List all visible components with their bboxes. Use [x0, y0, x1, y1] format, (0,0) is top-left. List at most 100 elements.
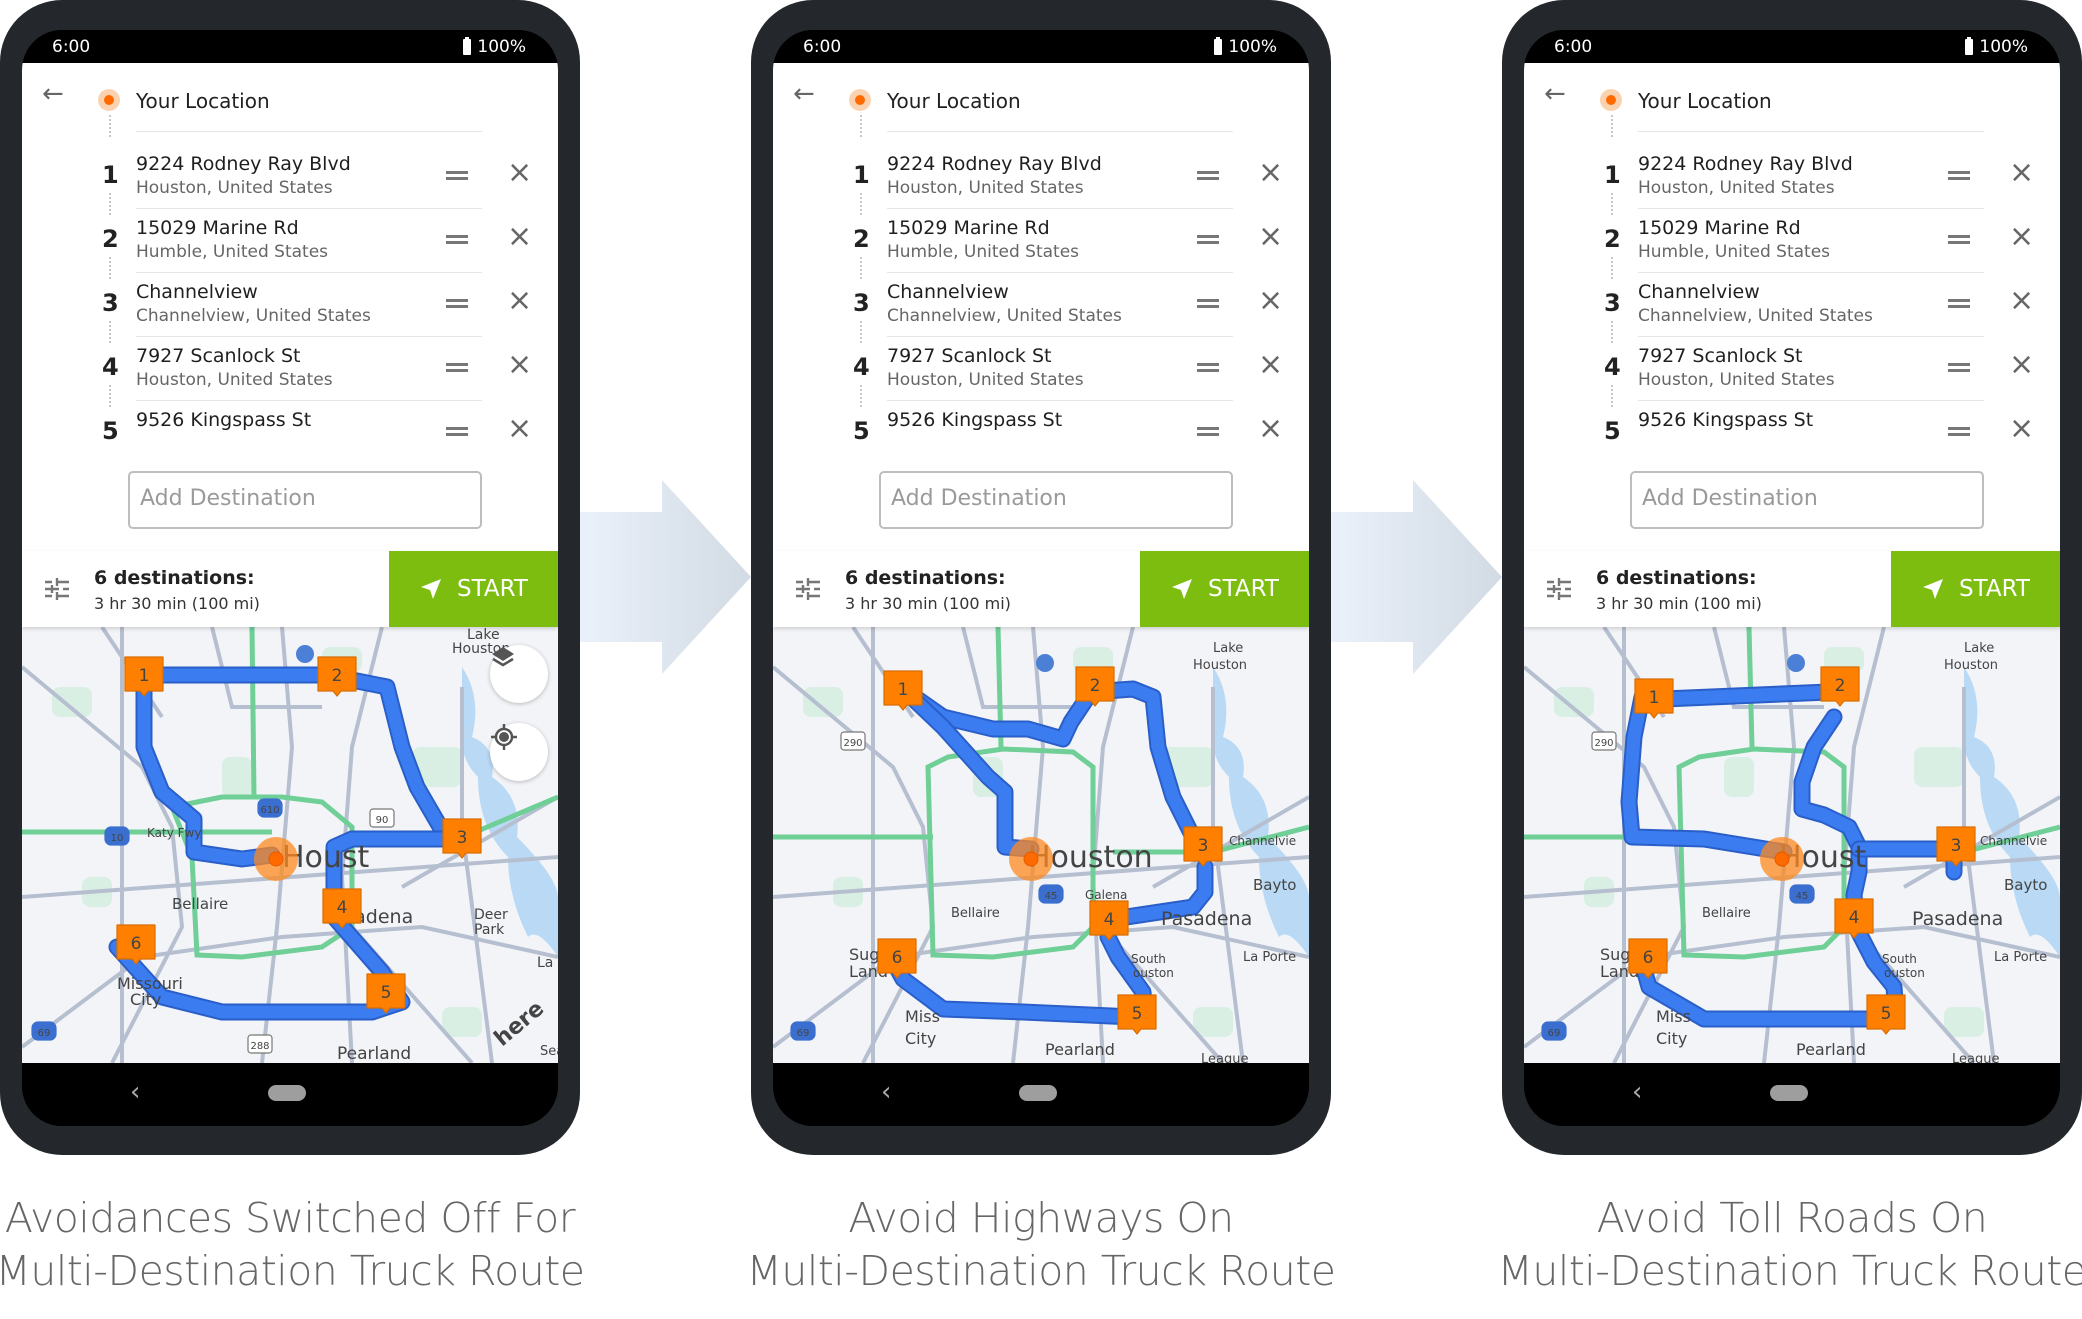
map-canvas[interactable]: HoustPasadenaBellaireMissCityPearlandSug…	[1524, 627, 2060, 1063]
destination-marker[interactable]: 3	[442, 818, 482, 859]
system-back-icon[interactable]: ‹	[130, 1077, 140, 1107]
destination-row[interactable]: 5 9526 Kingspass St ×	[773, 397, 1309, 467]
destination-number: 2	[1604, 225, 1621, 253]
drag-handle-icon[interactable]	[446, 299, 468, 308]
destination-row[interactable]: 3 Channelview Channelview, United States…	[22, 269, 558, 339]
start-navigation-button[interactable]: START	[1140, 551, 1309, 627]
system-back-icon[interactable]: ‹	[1632, 1077, 1642, 1107]
back-arrow-icon[interactable]: ←	[42, 81, 70, 109]
add-destination-input[interactable]	[1640, 485, 1974, 512]
map-label-deer: Deer	[474, 907, 508, 923]
route-map[interactable]: Houst Pasadena Bellaire Miss City Pearland Sug…	[1524, 627, 2060, 1063]
route-map[interactable]: Houston Pasadena Bellaire Miss City Pearland S…	[773, 627, 1309, 1063]
back-arrow-icon[interactable]: ←	[1544, 81, 1572, 109]
drag-handle-icon[interactable]	[1948, 363, 1970, 372]
map-canvas[interactable]: HoustPasadenaBellaireMissouriCityPearlan…	[22, 627, 558, 1063]
destination-row[interactable]: 4 7927 Scanlock St Houston, United State…	[22, 333, 558, 403]
route-options-icon[interactable]	[1546, 577, 1572, 601]
destination-marker[interactable]: 3	[1936, 826, 1976, 867]
destination-row[interactable]: 3 Channelview Channelview, United States…	[1524, 269, 2060, 339]
destination-row[interactable]: 4 7927 Scanlock St Houston, United State…	[773, 333, 1309, 403]
remove-destination-icon[interactable]: ×	[2009, 350, 2034, 380]
origin-label[interactable]: Your Location	[136, 89, 270, 113]
remove-destination-icon[interactable]: ×	[2009, 286, 2034, 316]
remove-destination-icon[interactable]: ×	[1258, 350, 1283, 380]
destination-row[interactable]: 1 9224 Rodney Ray Blvd Houston, United S…	[22, 141, 558, 211]
remove-destination-icon[interactable]: ×	[1258, 286, 1283, 316]
drag-handle-icon[interactable]	[1948, 427, 1970, 436]
destination-row[interactable]: 1 9224 Rodney Ray Blvd Houston, United S…	[773, 141, 1309, 211]
drag-handle-icon[interactable]	[1197, 363, 1219, 372]
destination-marker[interactable]: 1	[124, 656, 164, 697]
remove-destination-icon[interactable]: ×	[1258, 222, 1283, 252]
destination-row[interactable]: 2 15029 Marine Rd Humble, United States …	[1524, 205, 2060, 275]
remove-destination-icon[interactable]: ×	[1258, 158, 1283, 188]
destination-marker[interactable]: 2	[1075, 666, 1115, 707]
map-canvas[interactable]: Houston Pasadena Bellaire Miss City Pearland S…	[773, 627, 1309, 1063]
drag-handle-icon[interactable]	[1948, 171, 1970, 180]
remove-destination-icon[interactable]: ×	[507, 286, 532, 316]
add-destination-input[interactable]	[889, 485, 1223, 512]
drag-handle-icon[interactable]	[1948, 299, 1970, 308]
drag-handle-icon[interactable]	[1197, 427, 1219, 436]
remove-destination-icon[interactable]: ×	[507, 350, 532, 380]
start-navigation-button[interactable]: START	[1891, 551, 2060, 627]
back-arrow-icon[interactable]: ←	[793, 81, 821, 109]
remove-destination-icon[interactable]: ×	[507, 222, 532, 252]
park-area	[222, 757, 252, 797]
drag-handle-icon[interactable]	[1197, 299, 1219, 308]
drag-handle-icon[interactable]	[1948, 235, 1970, 244]
destination-marker[interactable]: 3	[1183, 826, 1223, 867]
system-home-button[interactable]	[1770, 1085, 1808, 1101]
destination-marker[interactable]: 5	[1866, 994, 1906, 1035]
destination-marker[interactable]: 4	[322, 888, 362, 929]
map-layers-button[interactable]	[490, 645, 548, 703]
remove-destination-icon[interactable]: ×	[1258, 414, 1283, 444]
remove-destination-icon[interactable]: ×	[507, 414, 532, 444]
destination-marker[interactable]: 1	[883, 670, 923, 711]
add-destination-field[interactable]	[128, 471, 482, 529]
destination-row[interactable]: 1 9224 Rodney Ray Blvd Houston, United S…	[1524, 141, 2060, 211]
system-home-button[interactable]	[1019, 1085, 1057, 1101]
destination-marker[interactable]: 5	[366, 973, 406, 1014]
destination-row[interactable]: 2 15029 Marine Rd Humble, United States …	[773, 205, 1309, 275]
remove-destination-icon[interactable]: ×	[2009, 414, 2034, 444]
destination-marker[interactable]: 1	[1634, 678, 1674, 719]
add-destination-field[interactable]	[879, 471, 1233, 529]
destination-marker[interactable]: 4	[1089, 900, 1129, 941]
destination-row[interactable]: 5 9526 Kingspass St ×	[22, 397, 558, 467]
origin-label[interactable]: Your Location	[887, 89, 1021, 113]
drag-handle-icon[interactable]	[446, 235, 468, 244]
destination-marker[interactable]: 4	[1834, 898, 1874, 939]
add-destination-field[interactable]	[1630, 471, 1984, 529]
destination-marker[interactable]: 5	[1117, 994, 1157, 1035]
destination-marker[interactable]: 2	[1820, 666, 1860, 707]
destination-row[interactable]: 4 7927 Scanlock St Houston, United State…	[1524, 333, 2060, 403]
remove-destination-icon[interactable]: ×	[507, 158, 532, 188]
destination-row[interactable]: 3 Channelview Channelview, United States…	[773, 269, 1309, 339]
route-options-icon[interactable]	[795, 577, 821, 601]
drag-handle-icon[interactable]	[446, 171, 468, 180]
recenter-location-button[interactable]	[490, 723, 548, 781]
origin-label[interactable]: Your Location	[1638, 89, 1772, 113]
remove-destination-icon[interactable]: ×	[2009, 158, 2034, 188]
destination-marker[interactable]: 6	[877, 938, 917, 979]
destination-marker[interactable]: 2	[317, 656, 357, 697]
destination-marker[interactable]: 6	[1628, 938, 1668, 979]
destination-row[interactable]: 2 15029 Marine Rd Humble, United States …	[22, 205, 558, 275]
drag-handle-icon[interactable]	[1197, 235, 1219, 244]
remove-destination-icon[interactable]: ×	[2009, 222, 2034, 252]
drag-handle-icon[interactable]	[446, 427, 468, 436]
system-back-icon[interactable]: ‹	[881, 1077, 891, 1107]
system-home-button[interactable]	[268, 1085, 306, 1101]
add-destination-input[interactable]	[138, 485, 472, 512]
start-navigation-button[interactable]: START	[389, 551, 558, 627]
marker-number: 2	[1835, 676, 1846, 696]
svg-text:69: 69	[1548, 1028, 1561, 1039]
drag-handle-icon[interactable]	[446, 363, 468, 372]
drag-handle-icon[interactable]	[1197, 171, 1219, 180]
route-map[interactable]: Houst Pasadena Bellaire Missouri City Pearlan…	[22, 627, 558, 1063]
route-options-icon[interactable]	[44, 577, 70, 601]
destination-row[interactable]: 5 9526 Kingspass St ×	[1524, 397, 2060, 467]
destination-marker[interactable]: 6	[116, 924, 156, 965]
